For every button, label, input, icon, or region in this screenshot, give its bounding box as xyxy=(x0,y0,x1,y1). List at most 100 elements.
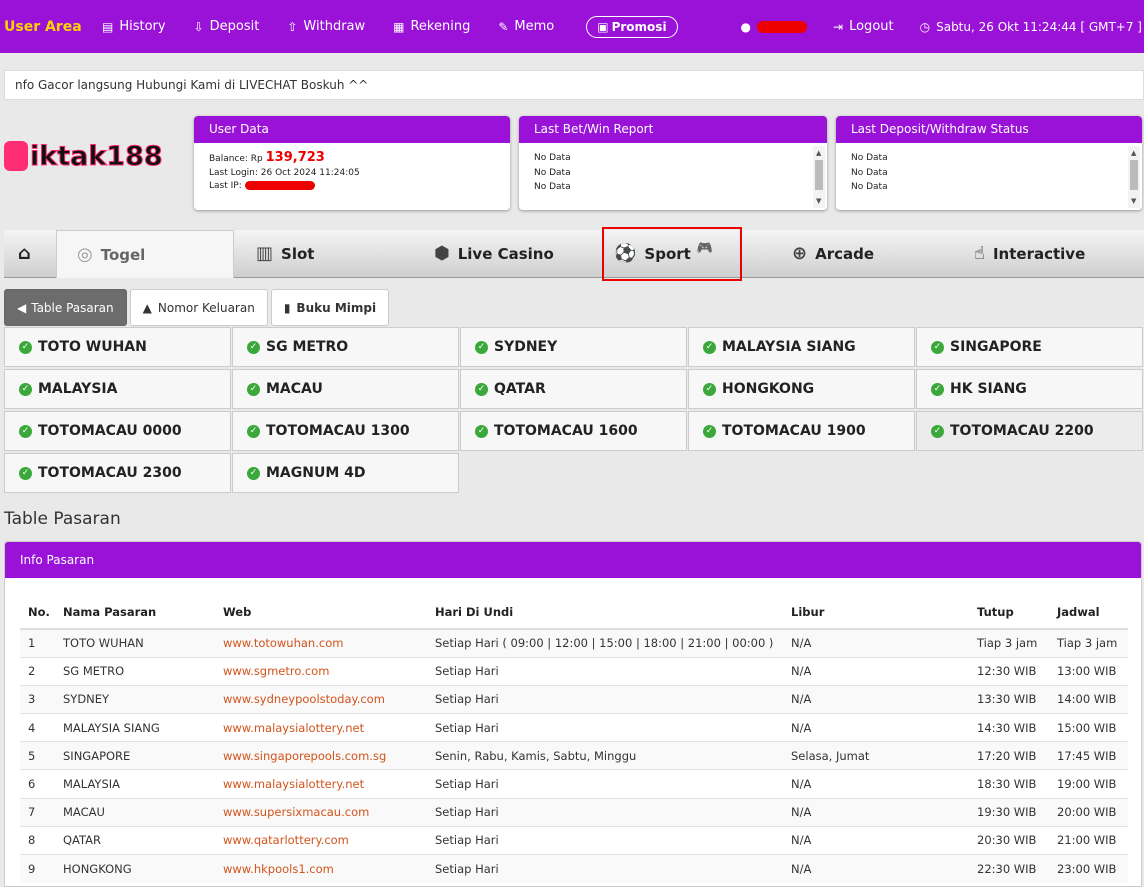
market-button[interactable]: ✓ TOTOMACAU 1900 xyxy=(688,411,915,451)
deposit-status-scrollbar[interactable]: ▲ ▼ xyxy=(1128,146,1140,208)
market-button[interactable]: ✓ HONGKONG xyxy=(688,369,915,409)
cell-web[interactable]: www.singaporepools.com.sg xyxy=(215,741,427,770)
ip-redacted xyxy=(244,180,315,190)
market-button[interactable]: ✓ QATAR xyxy=(460,369,687,409)
check-icon: ✓ xyxy=(703,382,716,396)
bet-report-row: No Data xyxy=(534,182,571,192)
logo-mark-icon xyxy=(4,141,28,171)
tab-live-casino[interactable]: ⬢ Live Casino xyxy=(434,230,554,278)
promosi-label: Promosi xyxy=(611,19,667,34)
user-profile[interactable]: ● xyxy=(740,19,808,34)
check-icon: ✓ xyxy=(247,466,260,480)
market-button[interactable]: ✓ TOTOMACAU 1300 xyxy=(232,411,459,451)
table-row: 4 MALAYSIA SIANG www.malaysialottery.net Se… xyxy=(20,713,1128,742)
username-redacted xyxy=(757,20,808,33)
cell-no: 7 xyxy=(20,797,55,827)
nav-memo[interactable]: ✎ Memo xyxy=(498,19,554,34)
nav-history[interactable]: ▤ History xyxy=(102,19,166,34)
info-pasaran-card: Info Pasaran No. Nama Pasaran Web Hari D… xyxy=(4,541,1142,887)
market-button[interactable]: ✓ SYDNEY xyxy=(460,327,687,367)
balance-value: 139,723 xyxy=(265,150,325,165)
nav-deposit[interactable]: ⇩ Deposit xyxy=(194,19,260,34)
market-button[interactable]: ✓ MALAYSIA xyxy=(4,369,231,409)
table-row: 9 HONGKONG www.hkpools1.com Setiap Hari N/A 2… xyxy=(20,853,1128,883)
cell-web[interactable]: www.sgmetro.com xyxy=(215,656,427,686)
table-row: 1 TOTO WUHAN www.totowuhan.com Setiap Hari … xyxy=(20,628,1128,658)
cell-hari: Setiap Hari ( 09:00 | 12:00 | 15:00 | 18… xyxy=(427,628,783,658)
tab-interactive[interactable]: ☝ Interactive xyxy=(974,230,1085,278)
nav-withdraw-label: Withdraw xyxy=(303,19,366,34)
logout-button[interactable]: ⇥ Logout xyxy=(833,19,894,34)
market-button[interactable]: ✓ HK SIANG xyxy=(916,369,1143,409)
cell-nama-pasaran: SYDNEY xyxy=(55,684,215,714)
market-button[interactable]: ✓ SG METRO xyxy=(232,327,459,367)
market-button[interactable]: ✓ SINGAPORE xyxy=(916,327,1143,367)
bet-report-panel: Last Bet/Win Report No Data No Data No D… xyxy=(519,116,827,210)
market-label: MALAYSIA SIANG xyxy=(722,339,856,355)
game-category-tabs: ⌂ ◎ Togel ▥ Slot ⬢ Live Casino ⚽ Sport 🎮… xyxy=(4,230,1144,278)
bet-report-scrollbar[interactable]: ▲ ▼ xyxy=(813,146,825,208)
subtab-buku-mimpi[interactable]: ▮ Buku Mimpi xyxy=(270,289,390,326)
market-button[interactable]: ✓ TOTO WUHAN xyxy=(4,327,231,367)
user-icon: ● xyxy=(740,19,752,34)
deposit-status-row: No Data xyxy=(851,153,888,163)
market-button[interactable]: ✓ TOTOMACAU 2300 xyxy=(4,453,231,493)
market-label: SYDNEY xyxy=(494,339,558,355)
scroll-down-icon[interactable]: ▼ xyxy=(816,194,821,209)
scroll-thumb[interactable] xyxy=(815,160,823,190)
market-label: TOTOMACAU 0000 xyxy=(38,423,182,439)
table-row: 5 SINGAPORE www.singaporepools.com.sg Senin… xyxy=(20,741,1128,770)
scroll-down-icon[interactable]: ▼ xyxy=(1131,194,1136,209)
touch-hand-icon: ☝ xyxy=(974,243,985,264)
subtab-table-pasaran[interactable]: ◀ Table Pasaran xyxy=(4,289,127,326)
memo-icon: ✎ xyxy=(498,19,509,34)
cell-tutup: 13:30 WIB xyxy=(969,684,1049,714)
market-button[interactable]: ✓ TOTOMACAU 1600 xyxy=(460,411,687,451)
tab-togel[interactable]: ◎ Togel xyxy=(56,230,234,278)
market-button[interactable]: ✓ MALAYSIA SIANG xyxy=(688,327,915,367)
market-label: TOTOMACAU 1300 xyxy=(266,423,410,439)
subtab-buku-mimpi-label: Buku Mimpi xyxy=(296,300,377,315)
market-label: TOTOMACAU 2300 xyxy=(38,465,182,481)
cell-jadwal: 23:00 WIB xyxy=(1049,853,1128,883)
crosshair-icon: ⊕ xyxy=(792,243,808,264)
cell-nama-pasaran: TOTO WUHAN xyxy=(55,628,215,658)
site-logo[interactable]: iktak188 xyxy=(4,136,190,176)
cell-web[interactable]: www.qatarlottery.com xyxy=(215,825,427,855)
cell-nama-pasaran: MALAYSIA xyxy=(55,769,215,799)
nav-withdraw[interactable]: ⇧ Withdraw xyxy=(287,19,365,34)
market-button[interactable]: ✓ TOTOMACAU 2200 xyxy=(916,411,1143,451)
market-button[interactable]: ✓ TOTOMACAU 0000 xyxy=(4,411,231,451)
cell-libur: N/A xyxy=(783,713,969,742)
market-button[interactable]: ✓ MACAU xyxy=(232,369,459,409)
market-button[interactable]: ✓ MAGNUM 4D xyxy=(232,453,459,493)
cell-web[interactable]: www.hkpools1.com xyxy=(215,853,427,883)
scroll-thumb[interactable] xyxy=(1130,160,1138,190)
promosi-button[interactable]: ▣ Promosi xyxy=(586,15,678,38)
check-icon: ✓ xyxy=(247,340,260,354)
cell-web[interactable]: www.supersixmacau.com xyxy=(215,797,427,827)
tab-live-casino-label: Live Casino xyxy=(457,244,554,263)
scroll-up-icon[interactable]: ▲ xyxy=(816,146,821,161)
user-area-link[interactable]: User Area xyxy=(4,19,96,35)
cell-web[interactable]: www.malaysialottery.net xyxy=(215,713,427,742)
bullhorn-icon: ◀ xyxy=(17,300,27,315)
subtab-nomor-keluaran[interactable]: ▲ Nomor Keluaran xyxy=(129,289,268,326)
cell-hari: Setiap Hari xyxy=(427,769,783,799)
cell-jadwal: 20:00 WIB xyxy=(1049,797,1128,827)
nav-rekening[interactable]: ▦ Rekening xyxy=(393,19,470,34)
cell-web[interactable]: www.totowuhan.com xyxy=(215,628,427,658)
cell-web[interactable]: www.malaysialottery.net xyxy=(215,769,427,799)
tab-slot[interactable]: ▥ Slot xyxy=(256,230,314,278)
cell-web[interactable]: www.sydneypoolstoday.com xyxy=(215,684,427,714)
cell-no: 8 xyxy=(20,825,55,855)
scroll-up-icon[interactable]: ▲ xyxy=(1131,146,1136,161)
cell-jadwal: Tiap 3 jam xyxy=(1049,628,1128,658)
tab-home[interactable]: ⌂ xyxy=(18,230,39,278)
col-no: No. xyxy=(20,596,55,630)
col-tutup: Tutup xyxy=(969,596,1049,630)
tab-arcade[interactable]: ⊕ Arcade xyxy=(792,230,874,278)
cell-jadwal: 13:00 WIB xyxy=(1049,656,1128,686)
dice-icon: ⬢ xyxy=(434,243,450,264)
check-icon: ✓ xyxy=(19,340,32,354)
